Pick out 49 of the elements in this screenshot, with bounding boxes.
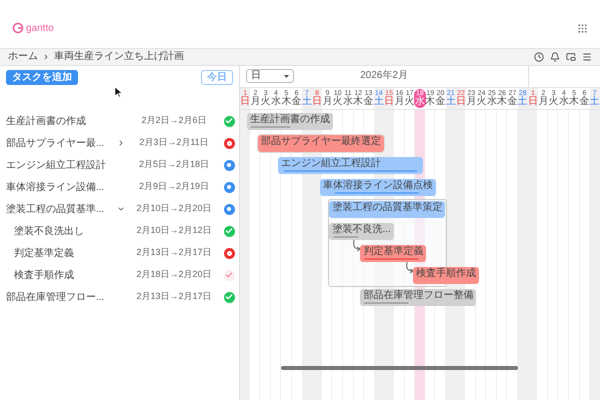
progress-line — [332, 235, 358, 239]
clock-icon[interactable] — [534, 52, 544, 62]
caret-icon — [284, 74, 289, 78]
task-bar[interactable]: 部品サプライヤー最終選定 — [258, 135, 384, 152]
task-dates: 2月5日→2月18日 — [138, 158, 210, 172]
task-dates: 2月13日→2月17日 — [135, 290, 213, 304]
task-dates: 2月18日→2月20日 — [135, 268, 213, 282]
task-name[interactable]: エンジン組立工程設計 — [0, 158, 106, 172]
task-name[interactable]: 部品サプライヤー最... — [0, 136, 104, 150]
bell-icon[interactable] — [550, 52, 560, 62]
month-label: 2026年2月 — [360, 71, 408, 81]
logo-icon — [12, 22, 24, 34]
apps-grid-icon[interactable] — [577, 22, 588, 34]
chevron-icon — [42, 53, 50, 61]
task-dates: 2月9日→2月19日 — [138, 180, 210, 194]
scale-select[interactable]: 日 — [246, 69, 294, 83]
dependency-arrow — [353, 240, 360, 252]
task-bar[interactable]: 塗装不良洗... — [329, 223, 394, 240]
task-name[interactable]: 塗装不良洗出し — [0, 224, 84, 238]
progress-line — [363, 301, 410, 305]
task-name[interactable]: 塗装工程の品質基準... — [0, 202, 104, 216]
task-name[interactable]: 検査手順作成 — [0, 268, 74, 282]
task-bar[interactable]: エンジン組立工程設計 — [278, 157, 424, 174]
task-bar[interactable]: 車体溶接ライン設備点検 — [320, 179, 436, 196]
cursor-icon — [114, 86, 122, 98]
task-name[interactable]: 生産計画書の作成 — [0, 114, 86, 128]
task-bar[interactable]: 検査手順作成 — [412, 267, 479, 284]
chevron-down-icon[interactable] — [116, 205, 126, 213]
panel-icon[interactable] — [566, 52, 576, 62]
task-dates: 2月2日→2月6日 — [140, 114, 208, 128]
task-bar[interactable]: 判定基準定義 — [360, 245, 426, 262]
task-dates: 2月3日→2月11日 — [138, 136, 210, 150]
task-dates: 2月10日→2月20日 — [135, 202, 213, 216]
breadcrumb-link[interactable]: ホーム — [8, 52, 38, 62]
task-dates: 2月13日→2月17日 — [135, 246, 213, 260]
task-name[interactable]: 部品在庫管理フロー... — [0, 290, 104, 304]
task-dates: 2月10日→2月12日 — [135, 224, 213, 238]
progress-line — [363, 257, 420, 261]
scrollbar-thumb[interactable] — [281, 366, 518, 370]
breadcrumb-current: 車両生産ライン立ち上げ計画 — [54, 52, 184, 62]
task-name[interactable]: 判定基準定義 — [0, 246, 74, 260]
task-bar[interactable]: 部品在庫管理フロー整備 — [360, 289, 476, 306]
task-name[interactable]: 車体溶接ライン設備... — [0, 180, 104, 194]
dependency-arrow — [406, 262, 413, 274]
menu-icon[interactable] — [582, 52, 592, 62]
task-bar[interactable]: 生産計画書の作成 — [247, 113, 334, 130]
task-bar[interactable]: 塗装工程の品質基準策定 — [329, 201, 446, 218]
progress-line — [250, 125, 292, 129]
logo-text: gantto — [26, 22, 54, 36]
